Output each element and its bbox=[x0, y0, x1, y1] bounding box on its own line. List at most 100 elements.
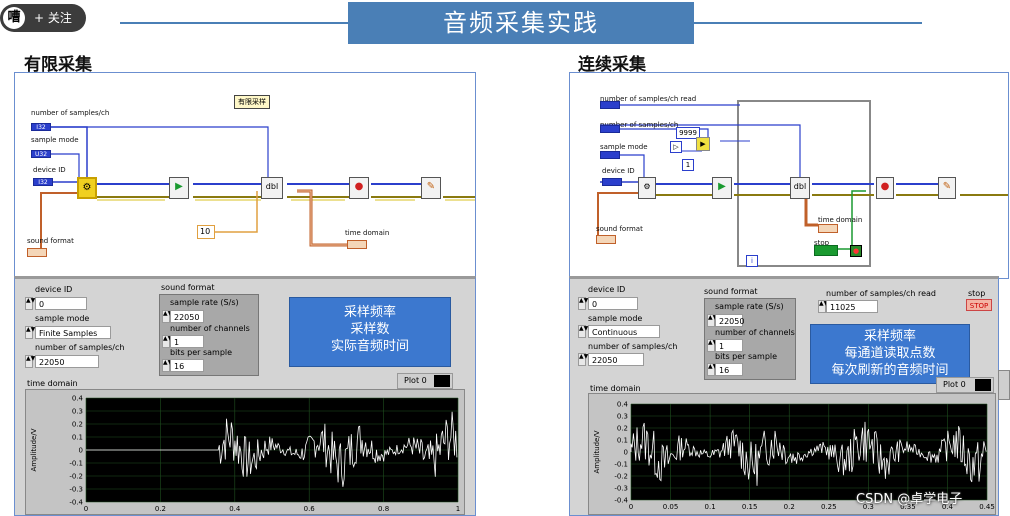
device-id-label: device ID bbox=[35, 285, 73, 294]
sound-format-label: sound format bbox=[161, 283, 215, 292]
plot-legend[interactable]: Plot 0 bbox=[936, 377, 994, 393]
rate-spinner[interactable]: ▲▼ bbox=[162, 310, 172, 323]
y-tick-label: 0.4 bbox=[617, 401, 629, 409]
sample-mode-spinner[interactable]: ▲▼ bbox=[25, 326, 35, 339]
right-annotation-note: 采样频率 每通道读取点数 每次刷新的音频时间 bbox=[810, 324, 970, 384]
sound-start-vi[interactable]: ▶ bbox=[169, 177, 189, 199]
sound-clear-vi[interactable]: ✎ bbox=[938, 177, 956, 199]
channels-spinner[interactable]: ▲▼ bbox=[162, 335, 172, 348]
y-tick-label: 0.2 bbox=[617, 425, 628, 433]
sound-config-vi[interactable]: ⚙ bbox=[638, 177, 656, 199]
y-tick-label: 0.3 bbox=[617, 413, 628, 421]
sound-stop-vi[interactable]: ● bbox=[349, 177, 369, 199]
stop-terminal[interactable] bbox=[814, 245, 838, 256]
diag-label-format: sound format bbox=[596, 225, 643, 233]
graph-label: time domain bbox=[590, 384, 641, 393]
device-id-field[interactable]: 0 bbox=[35, 297, 87, 310]
format-terminal[interactable] bbox=[27, 248, 47, 257]
time-domain-terminal[interactable] bbox=[347, 240, 367, 249]
timeout-constant[interactable]: 10 bbox=[197, 225, 215, 239]
sound-config-vi[interactable]: ⚙ bbox=[77, 177, 97, 199]
channels-field[interactable]: 1 bbox=[170, 335, 204, 348]
x-tick-label: 1 bbox=[456, 505, 460, 513]
samples-terminal[interactable] bbox=[600, 125, 620, 133]
device-id-label: device ID bbox=[588, 285, 626, 294]
watermark: CSDN @卓学电子 bbox=[856, 492, 963, 507]
side-scroll-handle[interactable] bbox=[998, 370, 1010, 400]
rate-spinner[interactable]: ▲▼ bbox=[707, 314, 717, 327]
samples-read-spinner[interactable]: ▲▼ bbox=[818, 300, 828, 313]
device-id-field[interactable]: 0 bbox=[588, 297, 638, 310]
samples-read-label: number of samples/ch read bbox=[826, 289, 936, 298]
sound-format-cluster: sample rate (S/s) ▲▼ 22050 number of cha… bbox=[159, 294, 259, 376]
samples-spinner[interactable]: ▲▼ bbox=[25, 355, 35, 368]
diag-label-format: sound format bbox=[27, 237, 74, 245]
device-id-spinner[interactable]: ▲▼ bbox=[578, 297, 588, 310]
follow-label: + 关注 bbox=[34, 11, 72, 25]
sound-read-vi[interactable]: dbl bbox=[790, 177, 810, 199]
samples-spinner[interactable]: ▲▼ bbox=[578, 353, 588, 366]
compare-node[interactable]: ▶ bbox=[696, 137, 710, 151]
samples-label: number of samples/ch bbox=[35, 343, 125, 352]
x-tick-label: 0.25 bbox=[821, 503, 837, 511]
channels-label: number of channels bbox=[170, 324, 250, 333]
samples-field[interactable]: 22050 bbox=[588, 353, 644, 366]
plot-style-icon bbox=[434, 375, 450, 387]
y-tick-label: 0.1 bbox=[72, 434, 83, 442]
select-node[interactable]: ▷ bbox=[670, 141, 682, 153]
y-axis-label: Amplitude/V bbox=[593, 430, 601, 473]
x-tick-label: 0.15 bbox=[742, 503, 758, 511]
device-terminal[interactable]: I32 bbox=[33, 178, 53, 186]
device-id-spinner[interactable]: ▲▼ bbox=[25, 297, 35, 310]
time-domain-terminal[interactable] bbox=[818, 224, 838, 233]
header-rule-right bbox=[694, 22, 922, 24]
y-tick-label: 0.2 bbox=[72, 421, 83, 429]
sample-mode-label: sample mode bbox=[35, 314, 90, 323]
plot-legend[interactable]: Plot 0 bbox=[397, 373, 453, 389]
rate-field[interactable]: 22050 bbox=[170, 310, 204, 323]
bits-field[interactable]: 16 bbox=[170, 359, 204, 372]
mode-terminal[interactable] bbox=[600, 151, 620, 159]
sample-mode-spinner[interactable]: ▲▼ bbox=[578, 325, 588, 338]
device-terminal[interactable] bbox=[602, 178, 622, 186]
diag-label-mode: sample mode bbox=[600, 143, 648, 151]
bits-label: bits per sample bbox=[170, 348, 233, 357]
follow-button[interactable]: 嘈 + 关注 bbox=[0, 4, 86, 32]
samples-read-field[interactable]: 11025 bbox=[826, 300, 878, 313]
rate-field[interactable]: 22050 bbox=[715, 314, 744, 327]
channels-spinner[interactable]: ▲▼ bbox=[707, 339, 717, 352]
samples-field[interactable]: 22050 bbox=[35, 355, 99, 368]
sample-mode-select[interactable]: Finite Samples bbox=[35, 326, 111, 339]
const-1[interactable]: 1 bbox=[682, 159, 694, 171]
sample-mode-select[interactable]: Continuous bbox=[588, 325, 660, 338]
bits-field[interactable]: 16 bbox=[715, 363, 743, 376]
sound-stop-vi[interactable]: ● bbox=[876, 177, 894, 199]
x-tick-label: 0.05 bbox=[663, 503, 679, 511]
record-icon: ● bbox=[354, 181, 364, 192]
sound-start-vi[interactable]: ▶ bbox=[712, 177, 732, 199]
left-annotation-note: 采样频率 采样数 实际音频时间 bbox=[289, 297, 451, 367]
bits-label: bits per sample bbox=[715, 352, 778, 361]
right-front-panel: device ID ▲▼ 0 sample mode ▲▼ Continuous… bbox=[569, 276, 999, 516]
mode-terminal[interactable]: U32 bbox=[31, 150, 51, 158]
samples-read-terminal[interactable] bbox=[600, 101, 620, 109]
bits-spinner[interactable]: ▲▼ bbox=[707, 363, 717, 376]
x-tick-label: 0.4 bbox=[229, 505, 241, 513]
format-terminal[interactable] bbox=[596, 235, 616, 244]
loop-iteration-terminal: i bbox=[746, 255, 758, 267]
sound-read-vi[interactable]: dbl bbox=[261, 177, 283, 199]
samples-terminal[interactable]: I32 bbox=[31, 123, 51, 131]
stop-button[interactable]: STOP bbox=[966, 299, 992, 311]
plot-style-icon bbox=[975, 379, 991, 391]
sound-format-cluster: sample rate (S/s) ▲▼ 22050 number of cha… bbox=[704, 298, 796, 380]
sound-clear-vi[interactable]: ✎ bbox=[421, 177, 441, 199]
samples-label: number of samples/ch bbox=[588, 342, 678, 351]
play-icon: ▶ bbox=[175, 181, 183, 192]
plus-icon: + bbox=[34, 11, 48, 25]
left-waveform-graph[interactable]: 0.4 0.3 0.2 0.1 0 -0.1 -0.2 -0.3 -0.4 0 0.2 0.4 0.6 0… bbox=[25, 389, 465, 515]
right-block-diagram: number of samples/ch read number of samp… bbox=[569, 72, 1009, 279]
read-icon: dbl bbox=[793, 182, 807, 191]
channels-field[interactable]: 1 bbox=[715, 339, 743, 352]
y-tick-label: -0.4 bbox=[69, 499, 83, 507]
bits-spinner[interactable]: ▲▼ bbox=[162, 359, 172, 372]
